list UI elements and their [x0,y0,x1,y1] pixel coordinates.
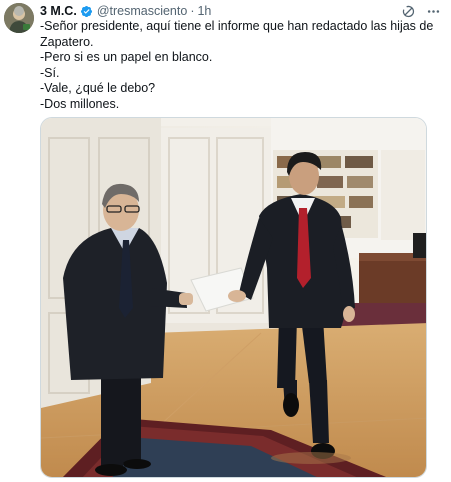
tweet-line: -Sí. [40,65,60,80]
tweet-text: -Señor presidente, aquí tiene el informe… [40,19,445,113]
tweet-line: -Vale, ¿qué le debo? [40,81,156,96]
avatar[interactable] [4,3,34,33]
timestamp[interactable]: 1h [197,4,211,18]
tweet-photo[interactable] [40,117,427,478]
photo-scene [41,118,426,477]
author-handle[interactable]: @tresmasciento [97,4,188,18]
tweet-line: -Dos millones. [40,96,120,111]
author-display-name[interactable]: 3 M.C. [40,4,77,18]
tweet-header: 3 M.C. @tresmasciento · 1h [40,3,441,19]
header-separator: · [190,4,195,18]
tweet-line: -Pero si es un papel en blanco. [40,50,213,65]
grok-icon[interactable] [401,4,416,19]
verified-badge-icon [80,5,93,18]
avatar-image [4,3,34,33]
more-options-icon[interactable] [426,4,441,19]
tweet-line: -Señor presidente, aquí tiene el informe… [40,19,437,49]
